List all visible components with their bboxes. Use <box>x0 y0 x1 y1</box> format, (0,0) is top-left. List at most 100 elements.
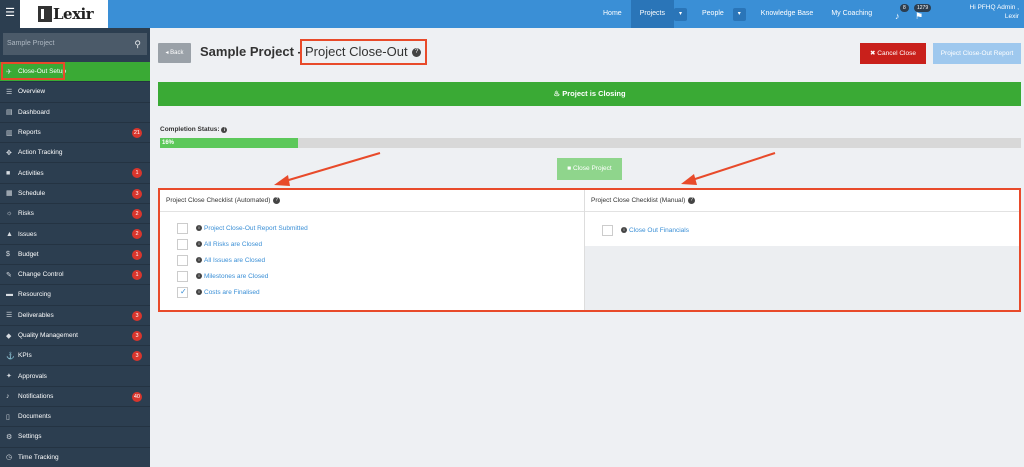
checklists-container: Project Close Checklist (Automated) ? iP… <box>158 188 1021 312</box>
bookmark-icon: ■ <box>6 169 11 177</box>
help-icon[interactable]: ? <box>688 196 696 204</box>
sidebar-item-overview[interactable]: ☰ Overview <box>0 82 150 103</box>
nav-item-home[interactable]: Home <box>594 0 631 28</box>
sidebar-item-activities[interactable]: ■ Activities 1 <box>0 163 150 184</box>
info-icon[interactable]: i <box>196 289 202 295</box>
nav-item-people[interactable]: People <box>693 0 733 28</box>
checklist-link[interactable]: Project Close-Out Report Submitted <box>204 225 308 232</box>
sidebar-item-issues[interactable]: ▲ Issues 2 <box>0 224 150 245</box>
top-navbar: ☰ Lexir Home Projects ▾ People ▾ Knowledge Ba… <box>0 0 1024 28</box>
checklist-link[interactable]: All Risks are Closed <box>204 241 262 248</box>
sidebar-item-documents[interactable]: ▯ Documents <box>0 407 150 428</box>
info-icon[interactable]: i <box>196 225 202 231</box>
chevron-down-icon[interactable]: ▾ <box>673 7 687 21</box>
count-badge: 2 <box>132 229 142 240</box>
sidebar-item-label: Issues <box>18 230 37 238</box>
notification-area: ♪ 8 ⚑ 1279 <box>888 3 938 25</box>
sidebar-item-reports[interactable]: ▥ Reports 21 <box>0 123 150 144</box>
annotation-arrow-left <box>274 152 381 186</box>
completion-progress-fill: 16% <box>160 138 298 148</box>
anchor-icon: ⚓ <box>6 352 15 360</box>
checklist-link[interactable]: All Issues are Closed <box>204 257 265 264</box>
automated-checklist-header: Project Close Checklist (Automated) ? <box>160 190 584 212</box>
chevron-down-icon[interactable]: ▾ <box>732 7 746 21</box>
count-badge: 3 <box>132 351 142 362</box>
automated-checklist-title: Project Close Checklist (Automated) <box>166 197 271 204</box>
checklist-checkbox[interactable] <box>177 238 188 250</box>
document-icon: ▯ <box>6 413 10 421</box>
automated-checklist-panel: Project Close Checklist (Automated) ? iP… <box>160 190 585 310</box>
sidebar-item-resourcing[interactable]: ▬ Resourcing <box>0 285 150 306</box>
user-menu[interactable]: Hi PFHQ Admin , Lexir <box>944 3 1019 21</box>
sidebar-item-label: Budget <box>18 250 39 258</box>
help-icon[interactable]: ? <box>273 196 281 204</box>
back-label: Back <box>170 50 184 56</box>
sidebar-item-label: Change Control <box>18 271 64 279</box>
sidebar-item-action-tracking[interactable]: ✥ Action Tracking <box>0 143 150 164</box>
sidebar-item-kpis[interactable]: ⚓ KPIs 3 <box>0 346 150 367</box>
completion-status-text: Completion Status: <box>160 126 220 133</box>
flag-icon[interactable]: ⚑ <box>915 11 923 22</box>
checklist-link[interactable]: Costs are Finalised <box>204 289 260 296</box>
completion-progress-bar: 16% <box>160 138 1021 148</box>
bell-icon[interactable]: ♪ <box>895 11 900 21</box>
dashboard-icon: ▤ <box>6 109 13 117</box>
count-badge: 40 <box>131 391 142 402</box>
info-icon[interactable]: i <box>196 257 202 263</box>
checklist-checkbox[interactable] <box>602 224 613 236</box>
sidebar-item-settings[interactable]: ⚙ Settings <box>0 427 150 448</box>
lock-icon: ■ <box>567 165 572 172</box>
sidebar-item-deliverables[interactable]: ☰ Deliverables 3 <box>0 306 150 326</box>
checklist-checkbox[interactable] <box>177 254 188 266</box>
nav-item-knowledge-base[interactable]: Knowledge Base <box>752 0 823 28</box>
list-icon: ☰ <box>6 88 13 96</box>
checklist-item: iCosts are Finalised <box>160 284 584 300</box>
crosshair-icon: ✥ <box>6 149 12 157</box>
sidebar-item-change-control[interactable]: ✎ Change Control 1 <box>0 265 150 286</box>
sidebar-item-dashboard[interactable]: ▤ Dashboard <box>0 103 150 123</box>
info-icon[interactable]: i <box>196 273 202 279</box>
logo[interactable]: Lexir <box>20 0 108 28</box>
cancel-close-label: Cancel Close <box>877 50 916 57</box>
sidebar-item-quality-management[interactable]: ◆ Quality Management 3 <box>0 326 150 347</box>
checklist-item: i Project Close-Out Report Submitted <box>160 220 584 236</box>
info-icon[interactable]: i <box>196 241 202 247</box>
checklist-link[interactable]: Close Out Financials <box>629 227 689 234</box>
cancel-close-button[interactable]: ✖ Cancel Close <box>860 43 926 64</box>
closeout-report-button[interactable]: Project Close-Out Report <box>933 43 1021 64</box>
logo-text: Lexir <box>53 5 94 23</box>
checklist-checkbox[interactable] <box>177 222 188 234</box>
checklist-checkbox[interactable] <box>177 286 188 298</box>
back-button[interactable]: ◂ Back <box>158 43 191 63</box>
search-icon[interactable]: ⚲ <box>134 33 141 55</box>
nav-item-projects[interactable]: Projects <box>630 0 674 28</box>
sidebar-item-risks[interactable]: ☼ Risks 2 <box>0 204 150 225</box>
sidebar-item-label: Schedule <box>18 189 46 197</box>
project-search-input[interactable]: Sample Project ⚲ <box>3 33 147 55</box>
sidebar-item-notifications[interactable]: ♪ Notifications 40 <box>0 387 150 408</box>
sidebar-item-label: Action Tracking <box>18 149 63 157</box>
close-project-button[interactable]: ■ Close Project <box>557 158 622 180</box>
nav-item-my-coaching[interactable]: My Coaching <box>822 0 881 28</box>
messages-count-badge: 1279 <box>914 4 932 12</box>
info-icon[interactable]: i <box>221 127 228 133</box>
clock-icon: ◷ <box>6 454 13 462</box>
edit-icon: ✎ <box>6 271 12 279</box>
sidebar-item-time-tracking[interactable]: ◷ Time Tracking <box>0 448 150 467</box>
sidebar-item-schedule[interactable]: ▦ Schedule 3 <box>0 184 150 205</box>
count-badge: 3 <box>132 330 142 341</box>
bell-icon: ♪ <box>6 392 10 400</box>
folder-icon: ▬ <box>6 291 13 299</box>
sidebar-item-approvals[interactable]: ✦ Approvals <box>0 366 150 387</box>
sidebar-menu: ✈ Close-Out Setup ☰ Overview ▤ Dashboard ▥ Repo… <box>0 62 150 467</box>
sidebar-item-budget[interactable]: $ Budget 1 <box>0 245 150 265</box>
info-icon[interactable]: i <box>621 227 627 233</box>
sidebar-item-label: Overview <box>18 88 46 96</box>
highlight-box-closeout-setup <box>1 62 65 80</box>
gavel-icon: ✦ <box>6 373 12 381</box>
checklist-link[interactable]: Milestones are Closed <box>204 273 268 280</box>
sidebar-item-label: Documents <box>18 413 51 421</box>
sidebar-item-label: Notifications <box>18 392 54 400</box>
checklist-checkbox[interactable] <box>177 270 188 282</box>
hamburger-icon[interactable]: ☰ <box>0 0 20 28</box>
